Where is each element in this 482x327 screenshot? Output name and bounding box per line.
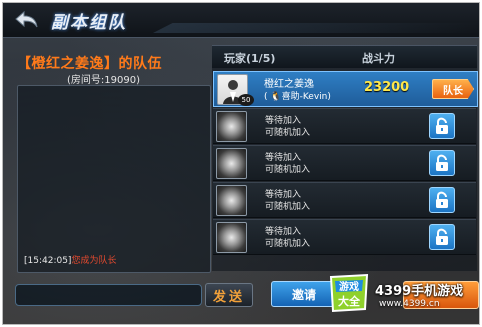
level-badge: 50 xyxy=(238,94,254,106)
room-number: (房间号:19090) xyxy=(67,75,140,86)
chat-input[interactable] xyxy=(15,284,202,306)
watermark-brand: 4399手机游戏 xyxy=(375,284,464,299)
lock-open-icon xyxy=(436,191,448,208)
member-row-empty: 等待加入 可随机加入 xyxy=(213,219,476,255)
game-screen: 副本组队 【橙红之姜逸】的队伍 (房间号:19090) [15:42:05]您成… xyxy=(2,2,480,325)
wait-hint: 可随机加入 xyxy=(265,202,311,212)
leader-power: 23200 xyxy=(364,80,410,95)
svg-text:游戏: 游戏 xyxy=(339,280,359,293)
page-title: 副本组队 xyxy=(51,13,127,33)
lock-button[interactable] xyxy=(429,224,455,250)
lock-button[interactable] xyxy=(429,187,455,213)
header-decoration xyxy=(153,23,479,33)
empty-slot-icon xyxy=(216,222,247,253)
column-player: 玩家(1/5) xyxy=(224,52,276,65)
lock-button[interactable] xyxy=(429,113,455,139)
member-row-leader[interactable]: 50 橙红之姜逸 ( 🐧喜助-Kevin) 23200 队长 xyxy=(213,71,478,107)
leader-account: ( 🐧喜助-Kevin) xyxy=(264,92,331,102)
column-power: 战斗力 xyxy=(362,52,395,65)
watermark-url: www.4399.cn xyxy=(379,299,440,309)
lock-open-icon xyxy=(436,154,448,171)
svg-text:大全: 大全 xyxy=(338,294,361,308)
member-row-empty: 等待加入 可随机加入 xyxy=(213,145,476,181)
wait-hint: 可随机加入 xyxy=(265,128,311,138)
member-list-header: 玩家(1/5) 战斗力 xyxy=(212,45,477,68)
lock-open-icon xyxy=(436,228,448,245)
empty-slot-icon xyxy=(216,148,247,179)
back-arrow-icon xyxy=(15,10,38,28)
watermark-logo-icon: 游戏 大全 xyxy=(329,273,369,313)
wait-hint: 可随机加入 xyxy=(265,165,311,175)
lock-open-icon xyxy=(436,117,448,134)
leader-tag: 队长 xyxy=(432,79,474,99)
team-name: 【橙红之姜逸】的队伍 xyxy=(17,56,162,72)
member-row-empty: 等待加入 可随机加入 xyxy=(213,182,476,218)
lock-button[interactable] xyxy=(429,150,455,176)
wait-hint: 可随机加入 xyxy=(265,239,311,249)
chat-time: [15:42:05] xyxy=(24,256,72,266)
member-row-empty: 等待加入 可随机加入 xyxy=(213,108,476,144)
empty-slot-icon xyxy=(216,185,247,216)
member-list: 玩家(1/5) 战斗力 50 橙红之姜逸 ( 🐧喜助-Kevin) 23200 … xyxy=(212,45,478,271)
leader-name: 橙红之姜逸 xyxy=(264,79,314,90)
empty-slot-icon xyxy=(216,111,247,142)
back-button[interactable] xyxy=(9,7,45,33)
title-bar: 副本组队 xyxy=(3,3,479,38)
chat-message: [15:42:05]您成为队长 xyxy=(24,253,116,266)
chat-system-text: 您成为队长 xyxy=(71,256,117,266)
send-button[interactable]: 发送 xyxy=(205,283,253,307)
chat-log[interactable]: [15:42:05]您成为队长 xyxy=(17,85,211,273)
